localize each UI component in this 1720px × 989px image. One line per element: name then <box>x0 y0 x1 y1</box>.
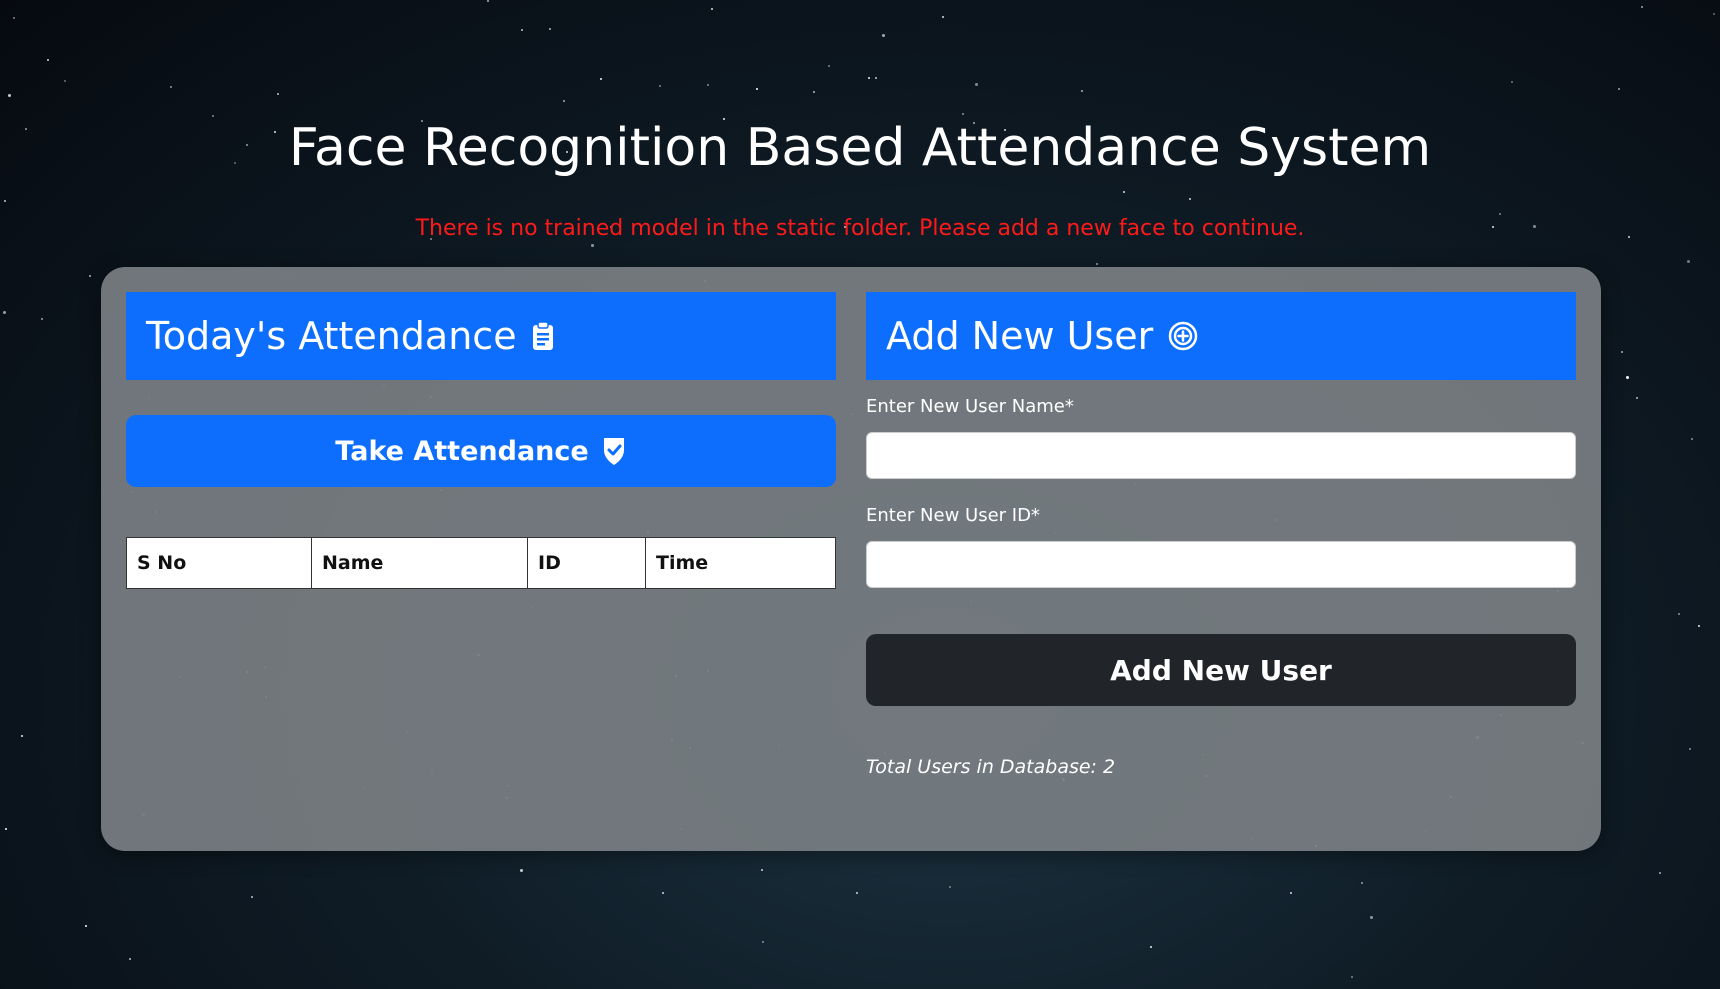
star <box>251 896 253 898</box>
star <box>212 115 214 117</box>
star <box>1626 376 1629 379</box>
warning-message: There is no trained model in the static … <box>415 216 1305 241</box>
star <box>707 84 709 86</box>
user-name-input[interactable] <box>866 432 1576 479</box>
star <box>170 86 172 88</box>
star <box>89 275 91 277</box>
star <box>711 8 713 10</box>
plus-circle-icon <box>1167 320 1199 352</box>
star <box>563 100 565 102</box>
star <box>1621 351 1623 353</box>
star <box>949 886 951 888</box>
star <box>659 85 661 87</box>
star <box>1351 976 1353 978</box>
star <box>1618 88 1620 90</box>
star <box>4 200 6 202</box>
attendance-table: S No Name ID Time <box>126 537 836 589</box>
star <box>1691 438 1693 440</box>
star <box>1659 872 1661 874</box>
star <box>520 869 523 872</box>
col-name: Name <box>311 537 528 589</box>
star <box>856 892 858 894</box>
add-new-user-button[interactable]: Add New User <box>866 634 1576 706</box>
star <box>1290 892 1292 894</box>
star <box>662 892 664 894</box>
star <box>5 828 7 830</box>
col-sno: S No <box>126 537 312 589</box>
star <box>1150 946 1152 948</box>
star <box>1687 260 1690 263</box>
user-id-label: Enter New User ID* <box>866 505 1040 526</box>
shield-check-icon <box>601 436 627 466</box>
star <box>600 78 602 80</box>
col-id: ID <box>527 537 646 589</box>
star <box>975 83 978 86</box>
col-time: Time <box>645 537 836 589</box>
clipboard-icon <box>531 321 555 351</box>
add-user-column: Add New User Enter New User Name* Enter … <box>866 292 1576 778</box>
attendance-table-header-row: S No Name ID Time <box>126 537 836 589</box>
star <box>1081 90 1083 92</box>
attendance-column: Today's Attendance Take Attendance S No … <box>126 292 836 589</box>
star <box>828 65 830 67</box>
star <box>762 941 764 943</box>
star <box>942 16 944 18</box>
star <box>1713 13 1715 15</box>
star <box>277 93 279 95</box>
attendance-header: Today's Attendance <box>126 292 836 380</box>
star <box>1636 397 1638 399</box>
star <box>1698 625 1700 627</box>
star <box>756 88 758 90</box>
star <box>1189 198 1191 200</box>
star <box>85 925 87 927</box>
star <box>1096 263 1098 265</box>
star <box>1370 916 1373 919</box>
star <box>1689 748 1691 750</box>
user-name-label: Enter New User Name* <box>866 396 1074 417</box>
attendance-header-title: Today's Attendance <box>146 314 517 358</box>
star <box>41 318 43 320</box>
star <box>521 29 523 31</box>
star <box>1361 882 1363 884</box>
star <box>875 77 877 79</box>
star <box>8 94 11 97</box>
star <box>21 735 23 737</box>
star <box>13 17 15 19</box>
star <box>487 0 489 2</box>
star <box>1641 6 1643 8</box>
add-user-header-title: Add New User <box>886 314 1154 358</box>
star <box>1123 191 1125 193</box>
star <box>47 59 49 61</box>
star <box>962 113 964 115</box>
take-attendance-button[interactable]: Take Attendance <box>126 415 836 487</box>
star <box>813 91 815 93</box>
star <box>761 869 763 871</box>
star <box>1678 613 1680 615</box>
total-users-text: Total Users in Database: 2 <box>866 756 1116 778</box>
page-title: Face Recognition Based Attendance System <box>288 118 1432 178</box>
user-id-input[interactable] <box>866 541 1576 588</box>
star <box>591 244 594 247</box>
star <box>868 77 870 79</box>
star <box>129 958 131 960</box>
take-attendance-label: Take Attendance <box>335 435 589 467</box>
star <box>3 311 6 314</box>
star <box>1499 213 1501 215</box>
star <box>549 28 551 30</box>
main-panel: Today's Attendance Take Attendance S No … <box>101 267 1601 851</box>
star <box>882 34 885 37</box>
star <box>64 80 66 82</box>
star <box>1511 81 1513 83</box>
add-user-header: Add New User <box>866 292 1576 380</box>
